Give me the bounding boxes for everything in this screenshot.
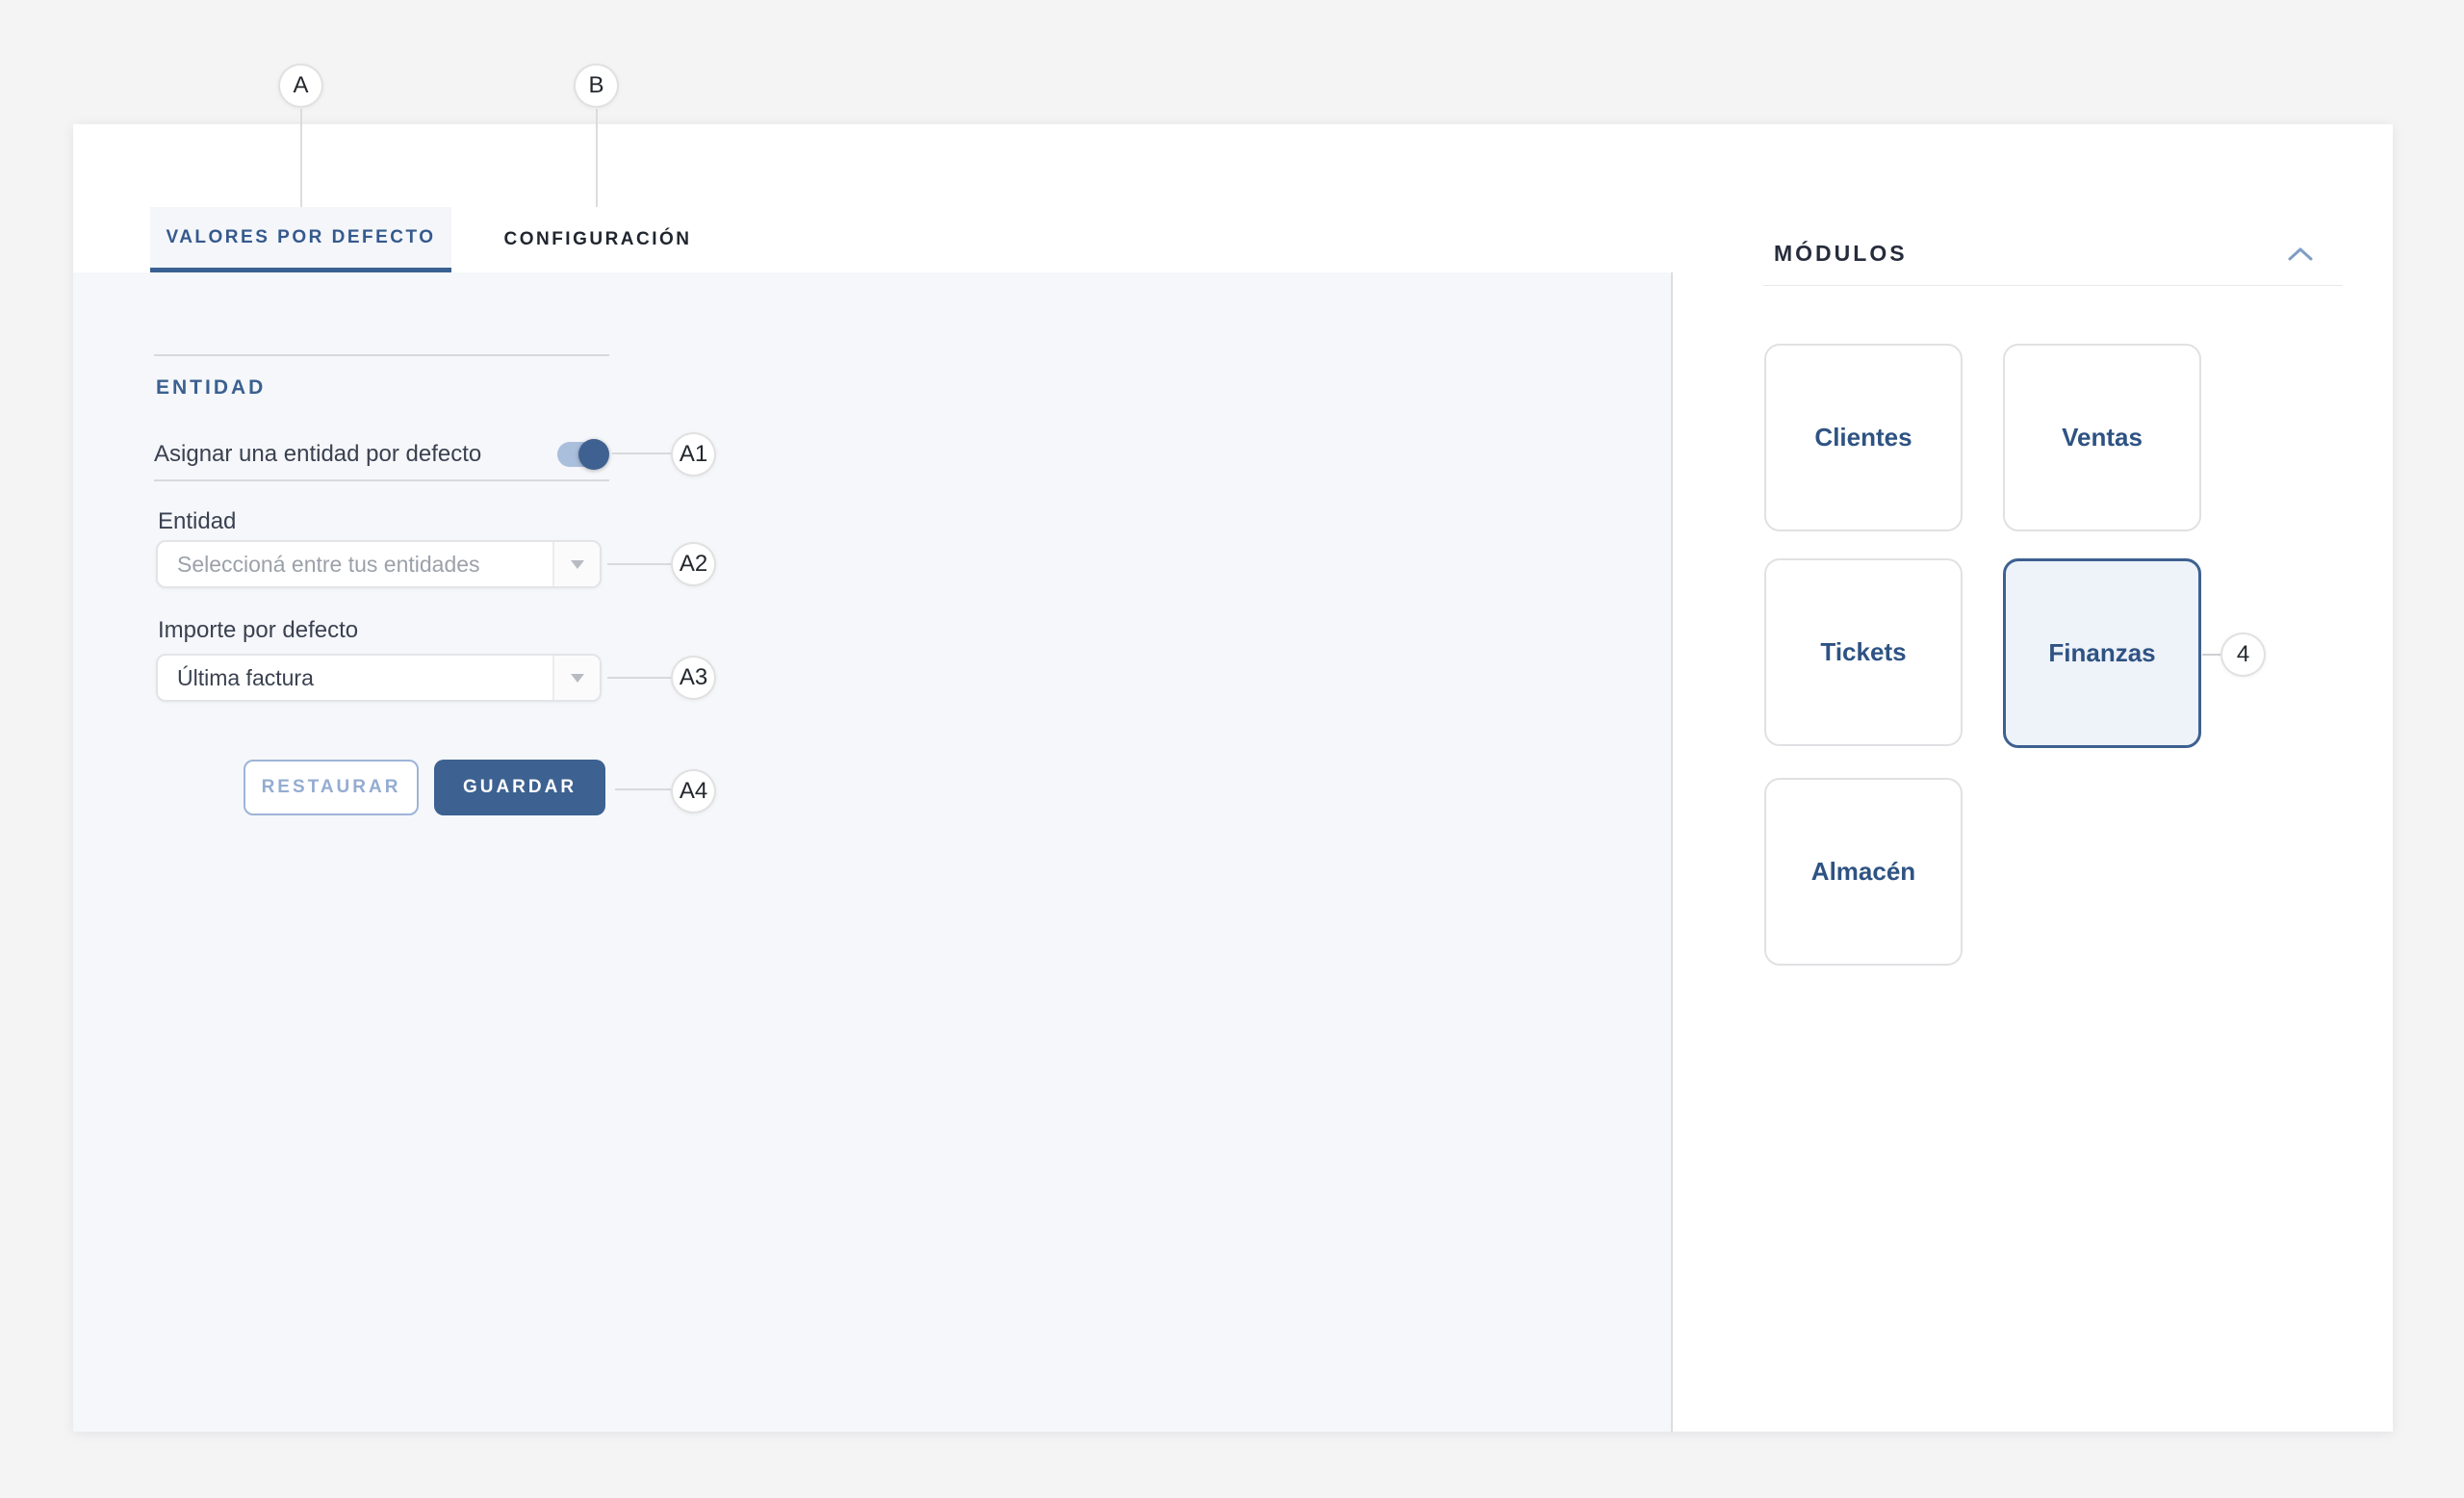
- marker-b-stem: [596, 109, 598, 207]
- importe-select-value: Última factura: [177, 665, 314, 691]
- annotation-marker-a: A: [278, 64, 323, 108]
- module-label: Ventas: [2062, 423, 2143, 452]
- importe-field-label: Importe por defecto: [158, 617, 358, 644]
- marker-a-stem: [300, 109, 302, 207]
- module-card-tickets[interactable]: Tickets: [1764, 558, 1963, 746]
- module-card-finanzas[interactable]: Finanzas: [2003, 558, 2201, 748]
- annotation-marker-a2: A2: [671, 542, 716, 586]
- save-button-label: GUARDAR: [463, 777, 577, 798]
- tab-configuracion[interactable]: CONFIGURACIÓN: [480, 207, 715, 272]
- save-button[interactable]: GUARDAR: [434, 760, 605, 815]
- restore-button[interactable]: RESTAURAR: [244, 760, 419, 815]
- marker-a3-label: A3: [680, 664, 707, 691]
- annotation-marker-b: B: [574, 64, 619, 108]
- module-label: Clientes: [1814, 423, 1912, 452]
- marker-4-connector: [2202, 654, 2220, 656]
- section-top-divider: [154, 354, 609, 356]
- section-title: ENTIDAD: [156, 375, 266, 400]
- tab-valores-por-defecto[interactable]: VALORES POR DEFECTO: [150, 207, 451, 272]
- marker-a2-connector: [607, 563, 671, 565]
- entidad-select-placeholder: Seleccioná entre tus entidades: [177, 552, 480, 578]
- importe-select[interactable]: Última factura: [156, 654, 602, 702]
- marker-a-label: A: [293, 72, 308, 99]
- screen: A B VALORES POR DEFECTO CONFIGURACIÓN EN…: [0, 0, 2464, 1498]
- chevron-down-icon: [571, 674, 584, 683]
- annotation-marker-a3: A3: [671, 656, 716, 700]
- entidad-field-label: Entidad: [158, 508, 236, 535]
- marker-a4-label: A4: [680, 778, 707, 805]
- module-label: Finanzas: [2048, 638, 2155, 668]
- toggle-label: Asignar una entidad por defecto: [154, 441, 481, 468]
- entidad-select-arrow-cap[interactable]: [552, 542, 600, 586]
- modules-header-divider: [1763, 285, 2343, 286]
- modules-panel-title: MÓDULOS: [1774, 241, 1908, 266]
- toggle-row-divider: [154, 479, 609, 481]
- module-label: Tickets: [1820, 637, 1906, 667]
- restore-button-label: RESTAURAR: [262, 777, 401, 798]
- importe-select-arrow-cap[interactable]: [552, 656, 600, 700]
- module-card-ventas[interactable]: Ventas: [2003, 344, 2201, 531]
- module-card-almacen[interactable]: Almacén: [1764, 778, 1963, 966]
- chevron-up-icon: [2288, 247, 2313, 261]
- marker-a1-connector: [612, 452, 671, 454]
- annotation-marker-a1: A1: [671, 432, 716, 477]
- module-label: Almacén: [1811, 857, 1915, 887]
- chevron-down-icon: [571, 560, 584, 569]
- marker-a4-connector: [615, 788, 671, 790]
- module-card-clientes[interactable]: Clientes: [1764, 344, 1963, 531]
- marker-a3-connector: [607, 677, 671, 679]
- toggle-knob[interactable]: [578, 439, 609, 470]
- collapse-modules-button[interactable]: [2288, 247, 2313, 261]
- tab-configuracion-label: CONFIGURACIÓN: [503, 229, 691, 250]
- marker-b-label: B: [588, 72, 603, 99]
- marker-a2-label: A2: [680, 551, 707, 578]
- tab-valores-label: VALORES POR DEFECTO: [166, 227, 435, 248]
- panel-vertical-divider: [1671, 272, 1673, 1432]
- marker-a1-label: A1: [680, 441, 707, 468]
- annotation-marker-4: 4: [2220, 633, 2266, 677]
- annotation-marker-a4: A4: [671, 769, 716, 814]
- marker-4-label: 4: [2237, 641, 2249, 668]
- entidad-select[interactable]: Seleccioná entre tus entidades: [156, 540, 602, 588]
